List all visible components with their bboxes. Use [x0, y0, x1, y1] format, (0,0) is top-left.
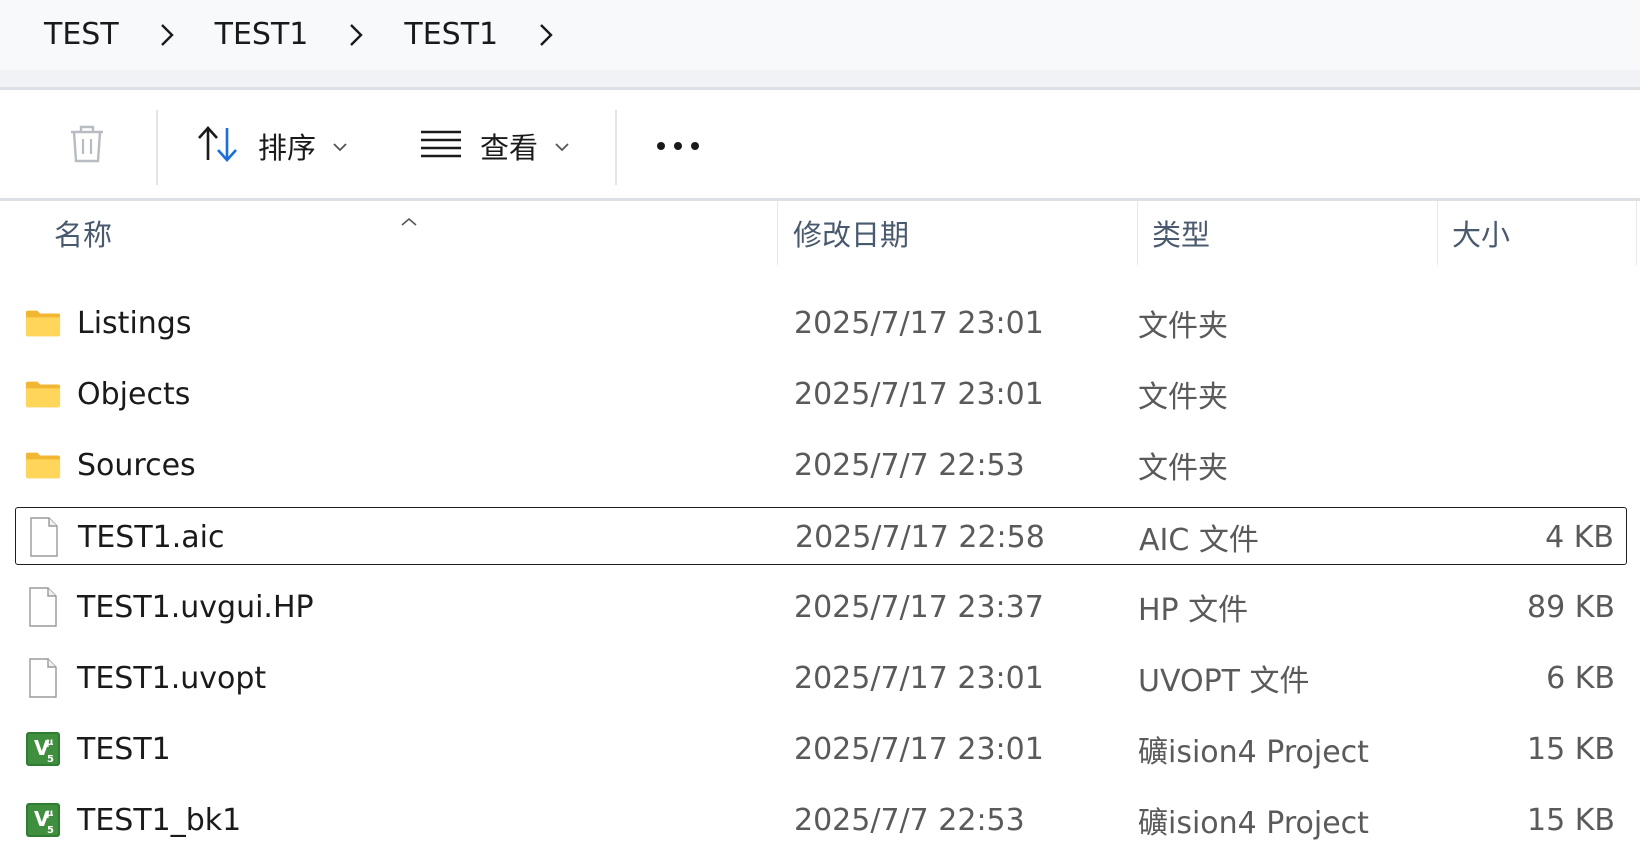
svg-text:μ: μ	[46, 737, 54, 748]
toolbar-separator	[156, 110, 158, 185]
file-row[interactable]: Vμ 5 TEST1 2025/7/17 23:01 礦ision4 Project 15…	[15, 720, 1627, 778]
file-icon	[25, 587, 61, 627]
file-size: 6 KB	[1546, 660, 1615, 696]
svg-text:5: 5	[47, 754, 54, 765]
file-name: TEST1	[77, 731, 171, 767]
file-name: TEST1.uvgui.HP	[77, 589, 314, 625]
folder-icon	[25, 374, 61, 414]
file-name: TEST1_bk1	[77, 802, 242, 838]
chevron-right-icon[interactable]	[308, 23, 404, 47]
column-header-name[interactable]: 名称	[54, 201, 112, 265]
file-type: 文件夹	[1138, 451, 1228, 486]
command-bar: 排序 查看	[0, 90, 1640, 200]
file-name-cell: TEST1.uvopt	[15, 649, 735, 707]
file-modified: 2025/7/17 23:37	[794, 589, 1044, 625]
breadcrumb: TEST TEST1 TEST1	[0, 0, 1640, 70]
file-name-cell: TEST1.aic	[16, 508, 736, 566]
view-label: 查看	[480, 131, 539, 165]
column-header-size[interactable]: 大小	[1452, 201, 1510, 265]
folder-icon	[25, 303, 61, 343]
svg-text:5: 5	[47, 825, 54, 836]
file-row[interactable]: Vμ 5 TEST1_bk1 2025/7/7 22:53 礦ision4 Projec…	[15, 791, 1627, 849]
file-type: 礦ision4 Project	[1138, 806, 1369, 841]
column-divider[interactable]	[1636, 201, 1637, 265]
file-name: Objects	[77, 376, 191, 412]
file-type: 文件夹	[1138, 309, 1228, 344]
sort-button[interactable]: 排序	[196, 116, 348, 176]
folder-icon	[25, 445, 61, 485]
file-size: 15 KB	[1527, 731, 1615, 767]
file-name-cell: Listings	[15, 294, 735, 352]
file-name-cell: Objects	[15, 365, 735, 423]
file-name: TEST1.aic	[78, 519, 225, 555]
file-size: 89 KB	[1527, 589, 1615, 625]
file-name: Listings	[77, 305, 192, 341]
file-modified: 2025/7/17 23:01	[794, 376, 1044, 412]
sort-label: 排序	[258, 131, 317, 165]
chevron-down-icon	[332, 137, 348, 156]
uvision-project-icon: Vμ5	[25, 729, 61, 769]
breadcrumb-item-test1[interactable]: TEST1	[215, 20, 309, 50]
file-type: UVOPT 文件	[1138, 664, 1310, 699]
svg-text:μ: μ	[46, 808, 54, 819]
more-dots-icon	[656, 137, 700, 156]
file-modified: 2025/7/17 22:58	[795, 519, 1045, 555]
uvision-project-icon: Vμ5	[25, 800, 61, 840]
breadcrumb-item-test1-current[interactable]: TEST1	[404, 20, 498, 50]
file-row[interactable]: TEST1.uvopt 2025/7/17 23:01 UVOPT 文件 6 KB	[15, 649, 1627, 707]
chevron-down-icon	[554, 137, 570, 156]
column-header-modified[interactable]: 修改日期	[793, 201, 909, 265]
file-row[interactable]: TEST1.uvgui.HP 2025/7/17 23:37 HP 文件 89 KB	[15, 578, 1627, 636]
file-type: 礦ision4 Project	[1138, 735, 1369, 770]
file-modified: 2025/7/17 23:01	[794, 660, 1044, 696]
list-lines-icon	[420, 129, 462, 163]
delete-button[interactable]	[64, 116, 110, 176]
more-options-button[interactable]	[656, 116, 700, 176]
file-row[interactable]: Objects 2025/7/17 23:01 文件夹	[15, 365, 1627, 423]
view-button[interactable]: 查看	[420, 116, 570, 176]
file-row[interactable]: TEST1.aic 2025/7/17 22:58 AIC 文件 4 KB	[15, 507, 1627, 565]
column-divider[interactable]	[777, 201, 778, 265]
file-name-cell: Vμ 5 TEST1_bk1	[15, 791, 735, 849]
sort-ascending-icon	[400, 212, 418, 231]
column-divider[interactable]	[1437, 201, 1438, 265]
file-name: Sources	[77, 447, 196, 483]
chevron-right-icon[interactable]	[119, 23, 215, 47]
file-modified: 2025/7/17 23:01	[794, 731, 1044, 767]
file-name-cell: TEST1.uvgui.HP	[15, 578, 735, 636]
file-name-cell: Vμ 5 TEST1	[15, 720, 735, 778]
file-type: HP 文件	[1138, 593, 1249, 628]
file-row[interactable]: Sources 2025/7/7 22:53 文件夹	[15, 436, 1627, 494]
trash-icon	[64, 121, 110, 171]
column-divider[interactable]	[1137, 201, 1138, 265]
column-header-type[interactable]: 类型	[1152, 201, 1210, 265]
chevron-right-icon[interactable]	[498, 23, 594, 47]
breadcrumb-spacer	[0, 70, 1640, 88]
file-size: 15 KB	[1527, 802, 1615, 838]
file-type: AIC 文件	[1139, 523, 1259, 558]
file-modified: 2025/7/7 22:53	[794, 802, 1025, 838]
file-modified: 2025/7/7 22:53	[794, 447, 1025, 483]
file-name: TEST1.uvopt	[77, 660, 267, 696]
file-modified: 2025/7/17 23:01	[794, 305, 1044, 341]
file-name-cell: Sources	[15, 436, 735, 494]
file-icon	[25, 658, 61, 698]
file-icon	[26, 517, 62, 557]
file-size: 4 KB	[1545, 519, 1614, 555]
breadcrumb-item-test[interactable]: TEST	[44, 20, 119, 50]
file-type: 文件夹	[1138, 380, 1228, 415]
file-row[interactable]: Listings 2025/7/17 23:01 文件夹	[15, 294, 1627, 352]
toolbar-separator	[615, 110, 617, 185]
sort-arrows-icon	[196, 124, 240, 168]
